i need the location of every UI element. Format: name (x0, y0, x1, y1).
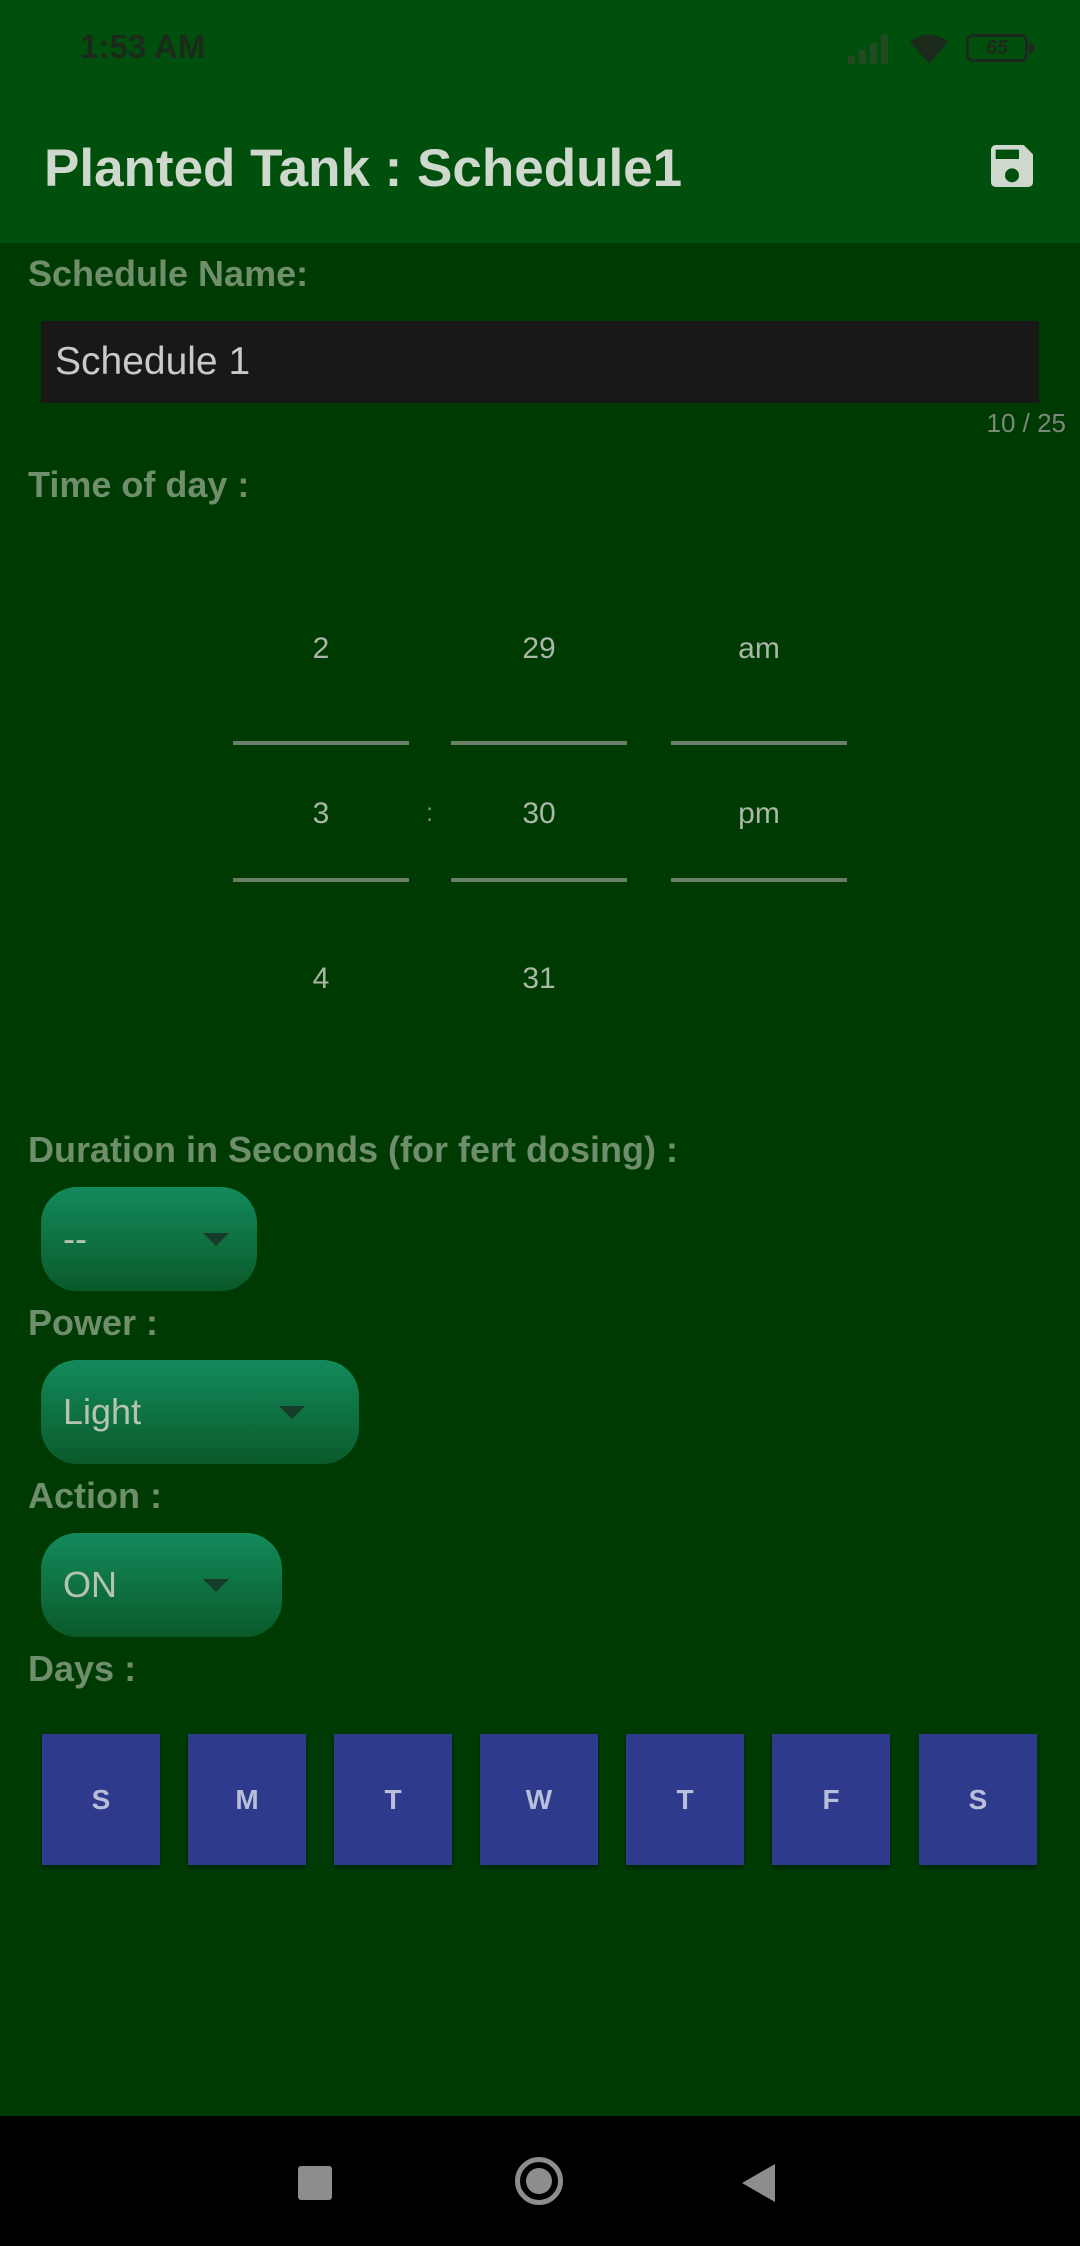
ampm-divider-bottom (671, 878, 847, 882)
days-label: Days : (28, 1648, 137, 1689)
power-value: Light (63, 1391, 142, 1432)
day-button-wednesday[interactable]: W (480, 1734, 598, 1865)
char-counter: 10 / 25 (986, 408, 1066, 438)
action-value: ON (63, 1564, 117, 1605)
duration-value: -- (63, 1218, 87, 1259)
power-spinner[interactable]: Light (41, 1360, 359, 1464)
back-icon[interactable] (742, 2164, 775, 2202)
hour-below[interactable]: 4 (233, 962, 409, 996)
minute-divider-top (451, 741, 627, 745)
duration-label: Duration in Seconds (for fert dosing) : (28, 1129, 678, 1170)
day-button-sunday[interactable]: S (42, 1734, 160, 1865)
hour-divider-top (233, 741, 409, 745)
chevron-down-icon (203, 1579, 229, 1592)
action-label: Action : (28, 1475, 162, 1516)
time-separator: : (426, 797, 434, 827)
action-spinner[interactable]: ON (41, 1533, 282, 1637)
power-label: Power : (28, 1302, 159, 1343)
schedule-name-input[interactable] (41, 321, 1039, 403)
day-button-saturday[interactable]: S (919, 1734, 1037, 1865)
chevron-down-icon (203, 1233, 229, 1246)
ampm-divider-top (671, 741, 847, 745)
wifi-icon (910, 34, 948, 64)
home-icon[interactable] (515, 2157, 563, 2205)
status-time: 1:53 AM (80, 28, 206, 65)
minute-above[interactable]: 29 (451, 632, 627, 666)
duration-spinner[interactable]: -- (41, 1187, 257, 1291)
hour-above[interactable]: 2 (233, 632, 409, 666)
day-button-friday[interactable]: F (772, 1734, 890, 1865)
ampm-above[interactable]: am (671, 632, 847, 666)
recents-icon[interactable] (298, 2166, 332, 2200)
minute-selected[interactable]: 30 (451, 797, 627, 831)
minute-divider-bottom (451, 878, 627, 882)
status-bar: 1:53 AM 65 (0, 0, 1080, 100)
day-button-thursday[interactable]: T (626, 1734, 744, 1865)
save-icon[interactable] (984, 138, 1040, 194)
status-icons: 65 (846, 28, 1034, 68)
schedule-name-label: Schedule Name: (28, 253, 309, 294)
time-of-day-label: Time of day : (28, 464, 250, 505)
day-button-tuesday[interactable]: T (334, 1734, 452, 1865)
hour-divider-bottom (233, 878, 409, 882)
battery-icon: 65 (966, 34, 1034, 62)
chevron-down-icon (279, 1406, 305, 1419)
signal-icon (848, 35, 888, 64)
ampm-selected[interactable]: pm (671, 797, 847, 831)
system-nav-bar (0, 2116, 1080, 2246)
page-title: Planted Tank : Schedule1 (44, 139, 683, 198)
day-button-monday[interactable]: M (188, 1734, 306, 1865)
app-bar: Planted Tank : Schedule1 (0, 100, 1080, 243)
minute-below[interactable]: 31 (451, 962, 627, 996)
hour-selected[interactable]: 3 (233, 797, 409, 831)
